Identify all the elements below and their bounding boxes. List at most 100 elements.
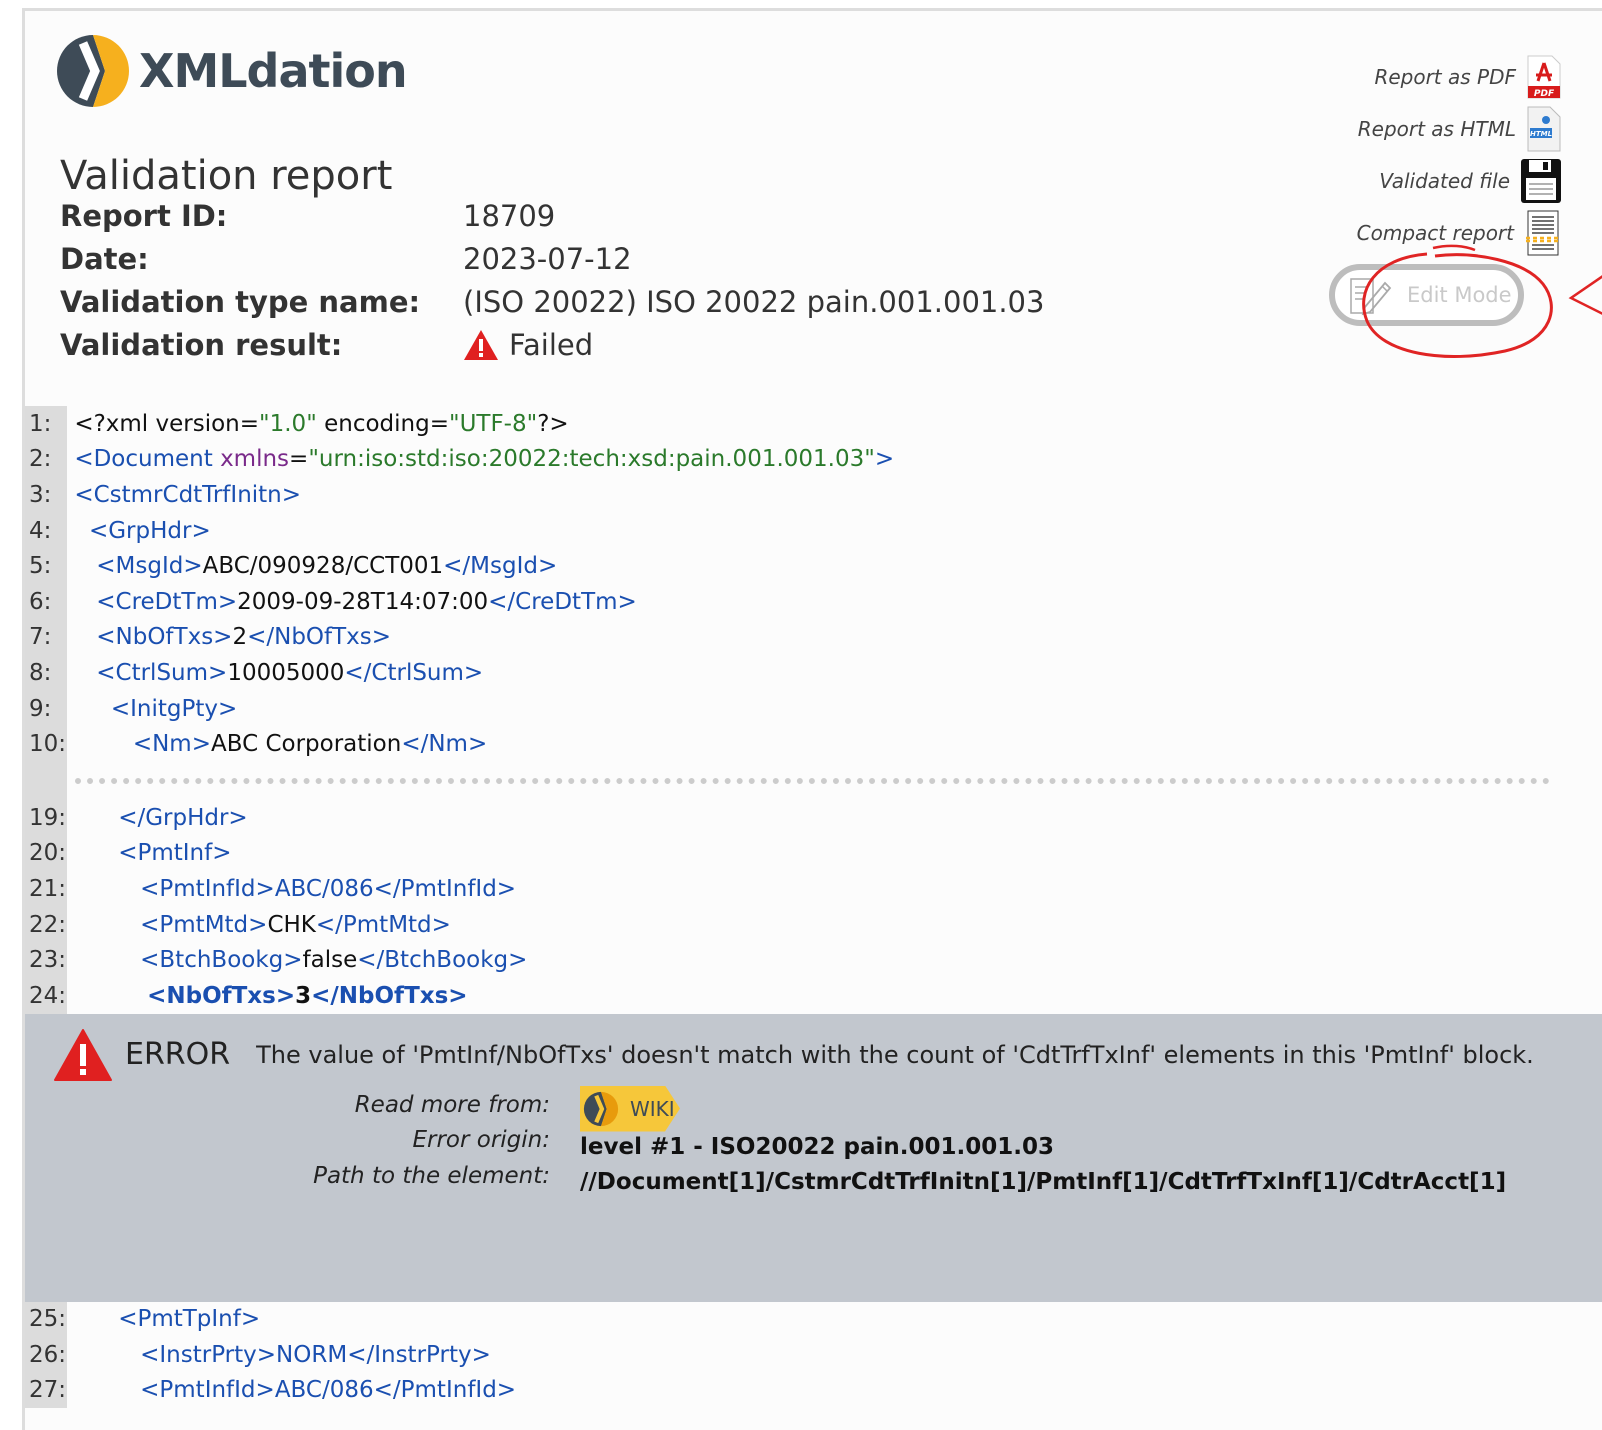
code-token: </PmtInfId>	[373, 875, 517, 902]
xmldation-logo-icon	[583, 1091, 619, 1126]
code-token: encoding=	[316, 410, 449, 437]
code-line: 20: <PmtInf>	[25, 835, 1602, 872]
line-content: <PmtInf>	[67, 840, 231, 866]
code-line: 3: <CstmrCdtTrfInitn>	[25, 477, 1602, 513]
line-number: 22:	[25, 906, 67, 943]
code-token: false	[302, 947, 358, 974]
code-token: ABC Corporation	[210, 731, 402, 758]
code-line: 26: <InstrPrty>NORM</InstrPrty>	[25, 1337, 1602, 1373]
code-token: <CtrlSum>	[96, 659, 228, 686]
pdf-icon: PDF	[1527, 55, 1561, 99]
compact-report-link[interactable]: Compact report	[1242, 207, 1562, 259]
code-token: </PmtMtd>	[315, 911, 451, 938]
line-content: <MsgId>ABC/090928/CCT001</MsgId>	[67, 553, 557, 579]
wiki-link[interactable]: WIKI	[580, 1085, 1506, 1132]
element-path-value: //Document[1]/CstmrCdtTrfInitn[1]/PmtInf…	[580, 1169, 1507, 1195]
logo-text: XMLdation	[139, 44, 408, 98]
compact-report-label: Compact report	[1356, 221, 1514, 245]
report-as-html-link[interactable]: Report as HTML HTML	[1242, 103, 1562, 155]
wiki-label: WIKI	[630, 1096, 675, 1121]
code-line: 7: <NbOfTxs>2</NbOfTxs>	[25, 619, 1602, 656]
line-number: 6:	[25, 583, 67, 620]
date-label: Date:	[60, 241, 149, 276]
validated-file-link[interactable]: Validated file	[1242, 155, 1562, 207]
code-line: 5: <MsgId>ABC/090928/CCT001</MsgId>	[25, 548, 1602, 584]
code-line: 21: <PmtInfId>ABC/086</PmtInfId>	[25, 871, 1602, 907]
code-token: 2	[232, 624, 248, 651]
code-token: >	[874, 446, 895, 473]
code-line: 22: <PmtMtd>CHK</PmtMtd>	[25, 906, 1602, 943]
line-number: 3:	[25, 477, 67, 513]
code-token: =	[289, 446, 309, 473]
code-token: <BtchBookg>	[140, 947, 303, 974]
validation-type-row: Validation type name: (ISO 20022) ISO 20…	[60, 280, 1044, 323]
page-title: Validation report	[60, 152, 393, 199]
svg-text:PDF: PDF	[1534, 89, 1555, 99]
validation-result-value: Failed	[463, 328, 593, 362]
code-token: <CreDtTm>	[96, 588, 238, 615]
code-token: <GrpHdr>	[88, 517, 211, 544]
line-content: <NbOfTxs>2</NbOfTxs>	[67, 624, 391, 650]
code-token: <Document	[74, 446, 221, 473]
line-number: 25:	[25, 1301, 67, 1338]
code-token: "1.0"	[259, 410, 317, 437]
validation-type-label: Validation type name:	[60, 284, 421, 319]
code-token: "UTF-8"	[448, 410, 538, 437]
line-number: 7:	[25, 619, 67, 656]
date-value: 2023-07-12	[463, 241, 632, 276]
code-line: 6: <CreDtTm>2009-09-28T14:07:00</CreDtTm…	[25, 583, 1602, 620]
code-block-bottom: 25: <PmtTpInf> 26: <InstrPrty>NORM</Instr…	[25, 1301, 1602, 1409]
report-meta: Report ID: 18709 Date: 2023-07-12 Valida…	[60, 194, 1044, 366]
compact-report-icon	[1526, 210, 1560, 256]
line-content: <BtchBookg>false</BtchBookg>	[67, 947, 527, 973]
line-content: <PmtMtd>CHK</PmtMtd>	[67, 912, 451, 938]
collapsed-lines-separator[interactable]	[25, 761, 1602, 800]
line-number: 8:	[25, 655, 67, 691]
warning-icon	[464, 329, 498, 360]
error-header: ERROR The value of 'PmtInf/NbOfTxs' does…	[53, 1028, 1534, 1082]
code-line: 24: <NbOfTxs>3</NbOfTxs>	[25, 977, 1602, 1014]
xml-code-view: 1: <?xml version="1.0" encoding="UTF-8"?…	[25, 406, 1602, 1409]
code-line: 4: <GrpHdr>	[25, 512, 1602, 549]
code-token: <PmtInf>	[118, 840, 232, 867]
line-number: 4:	[25, 512, 67, 549]
code-token: </MsgId>	[443, 553, 558, 580]
code-token: xmlns	[220, 446, 290, 473]
error-detail-values: WIKI level #1 - ISO20022 pain.001.001.03…	[580, 1085, 1507, 1205]
report-id-value: 18709	[463, 198, 556, 233]
error-message: The value of 'PmtInf/NbOfTxs' doesn't ma…	[256, 1040, 1534, 1069]
code-block-top: 1: <?xml version="1.0" encoding="UTF-8"?…	[25, 406, 1602, 762]
line-content: <CreDtTm>2009-09-28T14:07:00</CreDtTm>	[67, 589, 637, 615]
code-token: <InitgPty>	[110, 695, 238, 722]
line-number: 1:	[25, 406, 67, 442]
code-token: </Nm>	[401, 731, 488, 758]
code-token: </CtrlSum>	[344, 659, 484, 686]
report-id-row: Report ID: 18709	[60, 194, 1044, 237]
report-actions: Report as PDF PDF Report as HTML HTML Va…	[1242, 51, 1562, 259]
line-content: <CstmrCdtTrfInitn>	[67, 482, 301, 508]
code-token: <NbOfTxs>	[147, 982, 296, 1009]
code-token: 2009-09-28T14:07:00	[237, 588, 489, 615]
error-detail-labels: Read more from: Error origin: Path to th…	[313, 1092, 550, 1199]
code-token: ABC/086	[274, 1377, 374, 1404]
line-content: </GrpHdr>	[67, 805, 248, 831]
code-token: <PmtInfId>	[140, 1377, 275, 1404]
code-token: <PmtMtd>	[140, 911, 268, 938]
code-line: 2: <Document xmlns="urn:iso:std:iso:2002…	[25, 441, 1602, 478]
result-text: Failed	[509, 327, 594, 362]
code-token: NORM	[276, 1341, 348, 1368]
line-number: 9:	[25, 690, 67, 727]
report-as-pdf-label: Report as PDF	[1374, 65, 1516, 89]
element-path-label: Path to the element:	[313, 1162, 550, 1189]
code-token: </GrpHdr>	[118, 804, 248, 831]
edit-mode-toggle[interactable]: Edit Mode	[1329, 264, 1524, 326]
code-token: </PmtInfId>	[373, 1377, 517, 1404]
line-content: <?xml version="1.0" encoding="UTF-8"?>	[67, 410, 568, 437]
warning-icon	[54, 1028, 112, 1081]
code-token: <PmtTpInf>	[118, 1306, 261, 1333]
line-number: 20:	[25, 835, 67, 872]
code-line: 25: <PmtTpInf>	[25, 1301, 1602, 1338]
code-line: 27: <PmtInfId>ABC/086</PmtInfId>	[25, 1372, 1602, 1409]
report-as-pdf-link[interactable]: Report as PDF PDF	[1242, 51, 1562, 103]
line-content: <CtrlSum>10005000</CtrlSum>	[67, 660, 483, 686]
